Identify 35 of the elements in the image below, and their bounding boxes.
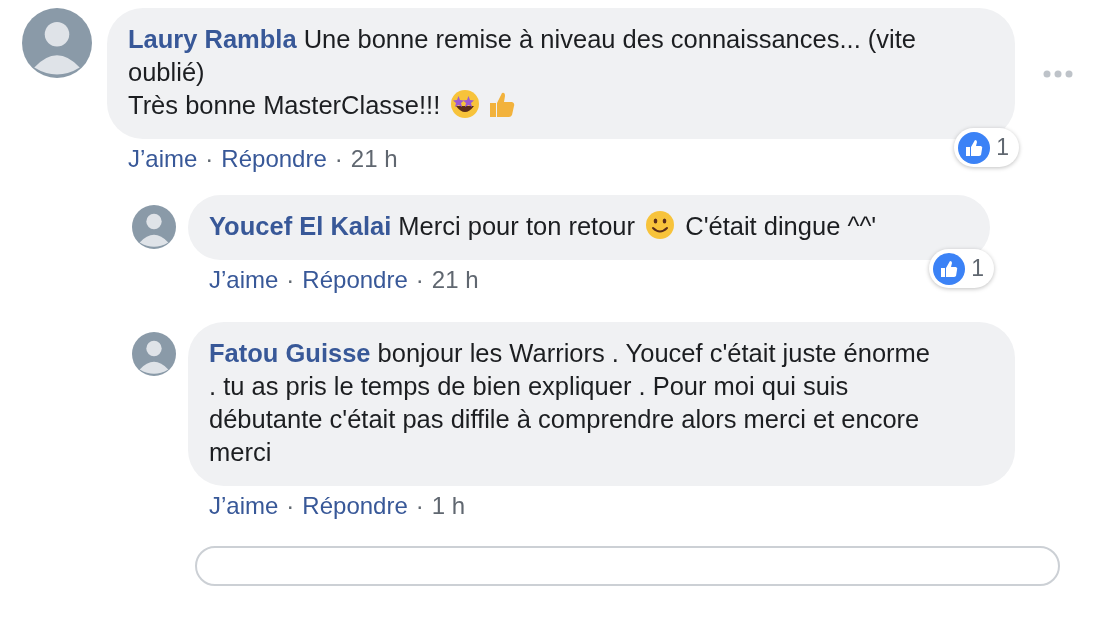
reaction-count: 1 <box>996 133 1009 162</box>
avatar[interactable] <box>132 332 176 376</box>
star-eyes-face-icon <box>450 89 481 119</box>
action-link[interactable]: J’aime <box>128 143 198 175</box>
comment-text: Très bonne MasterClasse!!! <box>128 89 955 122</box>
smiley-face-icon <box>645 210 676 240</box>
separator-dot: · <box>415 265 424 295</box>
author-link[interactable]: Youcef El Kalai <box>209 212 392 240</box>
comment-text: Fatou Guisse bonjour les Warriors . Youcef c'était juste énorme . tu as pris le temps de bien expliquer . Pour moi qui suis débutante c'était pas diffile à comprendre alors merci et encore merci <box>209 338 931 468</box>
comment-text: Youcef El Kalai Merci pour ton retour C'était dingue ^^' <box>209 210 878 242</box>
timestamp[interactable]: 21 h <box>431 264 479 296</box>
separator-dot: · <box>415 491 424 521</box>
avatar[interactable] <box>132 205 176 249</box>
separator-dot: · <box>286 265 295 295</box>
like-icon <box>933 252 966 285</box>
timestamp[interactable]: 1 h <box>431 490 466 522</box>
avatar[interactable] <box>22 8 92 78</box>
more-options-icon[interactable] <box>1043 69 1073 78</box>
action-link[interactable]: Répondre <box>302 490 408 522</box>
action-link[interactable]: J’aime <box>209 264 279 296</box>
reply-field[interactable] <box>195 546 1060 586</box>
action-link[interactable]: Répondre <box>221 143 327 175</box>
author-link[interactable]: Laury Rambla <box>128 25 297 53</box>
comment-text: Laury Rambla Une bonne remise à niveau des connaissances... (vite oublié) <box>128 24 917 88</box>
like-icon <box>958 131 991 164</box>
separator-dot: · <box>205 144 214 174</box>
timestamp[interactable]: 21 h <box>350 143 398 175</box>
separator-dot: · <box>334 144 343 174</box>
action-link[interactable]: Répondre <box>302 264 408 296</box>
author-link[interactable]: Fatou Guisse <box>209 339 371 367</box>
separator-dot: · <box>286 491 295 521</box>
reaction-badge[interactable]: 1 <box>954 128 1019 167</box>
action-link[interactable]: J’aime <box>209 490 279 522</box>
reaction-count: 1 <box>971 254 984 283</box>
reaction-badge[interactable]: 1 <box>929 249 994 288</box>
